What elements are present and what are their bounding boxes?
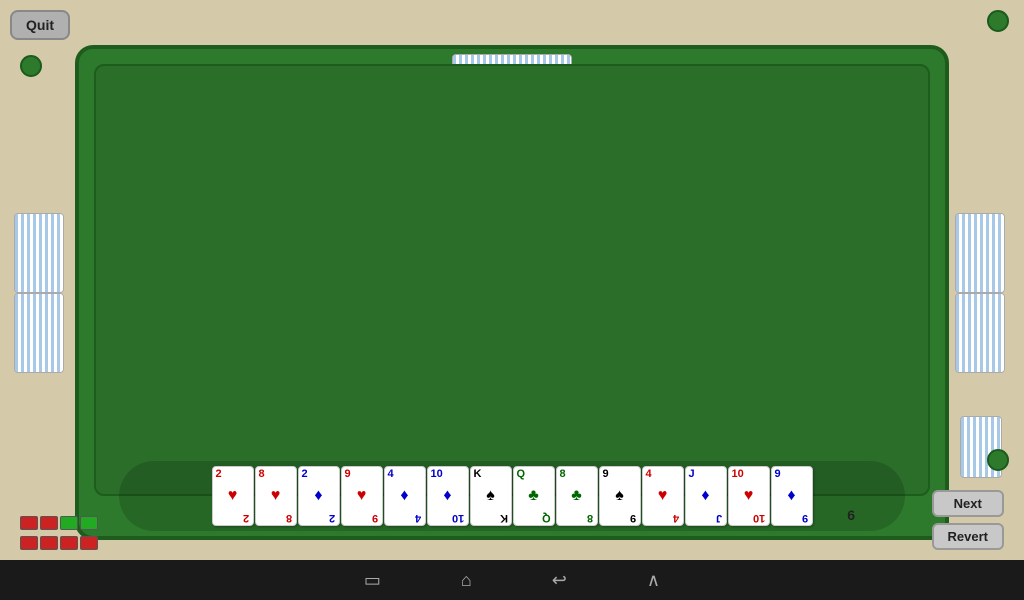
card-2-diamonds[interactable]: 2 ♦ 2 — [298, 466, 340, 526]
next-button[interactable]: Next — [932, 490, 1004, 517]
card-9-spades[interactable]: 9 ♠ 9 — [599, 466, 641, 526]
card-4-hearts[interactable]: 4 ♥ 4 — [642, 466, 684, 526]
action-buttons: Next Revert — [932, 490, 1004, 550]
indicator-dot-right — [987, 10, 1009, 32]
bar-seg-2-3 — [60, 536, 78, 550]
bar-seg-1-3 — [60, 516, 78, 530]
score-bar-1 — [20, 516, 98, 530]
bar-seg-1-4 — [80, 516, 98, 530]
card-8-hearts[interactable]: 8 ♥ 8 — [255, 466, 297, 526]
card-4-diamonds[interactable]: 4 ♦ 4 — [384, 466, 426, 526]
felt-inner — [94, 64, 930, 496]
hand-cards: 2 ♥ 2 8 ♥ 8 2 ♦ 2 9 ♥ 9 — [209, 463, 816, 529]
quit-button[interactable]: Quit — [10, 10, 70, 40]
card-10-diamonds[interactable]: 10 ♦ 10 — [427, 466, 469, 526]
bar-seg-1-1 — [20, 516, 38, 530]
revert-button[interactable]: Revert — [932, 523, 1004, 550]
bar-seg-2-2 — [40, 536, 58, 550]
hand-score: 6 — [847, 507, 855, 523]
nav-home-icon[interactable]: ⌂ — [461, 570, 472, 591]
deck-right[interactable] — [955, 213, 1010, 373]
indicator-dot-left — [20, 55, 42, 77]
card-9-hearts[interactable]: 9 ♥ 9 — [341, 466, 383, 526]
nav-back-icon[interactable]: ↩ — [552, 570, 567, 591]
deck-left[interactable] — [14, 213, 69, 373]
score-bars — [20, 516, 98, 550]
score-bar-2 — [20, 536, 98, 550]
bar-seg-2-1 — [20, 536, 38, 550]
hand-tray: 2 ♥ 2 8 ♥ 8 2 ♦ 2 9 ♥ 9 — [119, 461, 905, 531]
card-8-clubs[interactable]: 8 ♣ 8 — [556, 466, 598, 526]
nav-recent-icon[interactable]: ▭ — [364, 570, 381, 591]
nav-menu-icon[interactable]: ∧ — [647, 570, 660, 591]
felt-table: 2 ♥ 2 8 ♥ 8 2 ♦ 2 9 ♥ 9 — [75, 45, 949, 540]
card-10-hearts[interactable]: 10 ♥ 10 — [728, 466, 770, 526]
card-2-hearts[interactable]: 2 ♥ 2 — [212, 466, 254, 526]
card-k-spades[interactable]: K ♠ K — [470, 466, 512, 526]
card-q-clubs[interactable]: Q ♣ Q — [513, 466, 555, 526]
nav-bar: ▭ ⌂ ↩ ∧ — [0, 560, 1024, 600]
bar-seg-1-2 — [40, 516, 58, 530]
bar-seg-2-4 — [80, 536, 98, 550]
indicator-dot-right-mid — [987, 449, 1009, 471]
card-j-diamonds[interactable]: J ♦ J — [685, 466, 727, 526]
card-9-diamonds[interactable]: 9 ♦ 9 — [771, 466, 813, 526]
